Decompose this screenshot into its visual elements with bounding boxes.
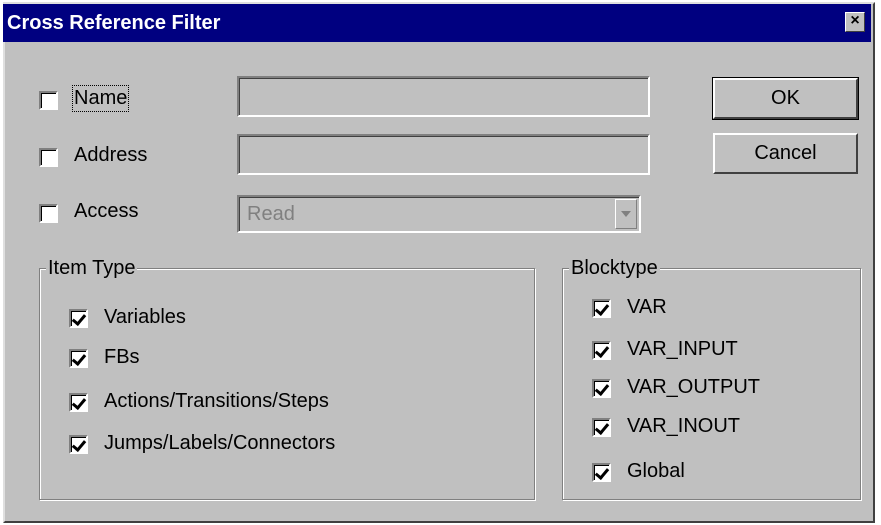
name-checkbox[interactable] <box>39 91 58 110</box>
access-label: Access <box>74 200 139 222</box>
blocktype-title: Blocktype <box>569 257 660 280</box>
jumps-labels-connectors-checkbox[interactable] <box>69 435 88 454</box>
access-checkbox[interactable] <box>39 204 58 223</box>
address-input[interactable] <box>237 134 650 175</box>
jumps-labels-connectors-label: Jumps/Labels/Connectors <box>104 432 336 454</box>
actions-transitions-steps-checkbox[interactable] <box>69 393 88 412</box>
item-type-group: Item Type <box>39 257 535 500</box>
fbs-label: FBs <box>104 346 140 368</box>
variables-label: Variables <box>104 306 186 328</box>
var-inout-checkbox[interactable] <box>592 418 611 437</box>
global-checkbox[interactable] <box>592 463 611 482</box>
var-input-label: VAR_INPUT <box>627 338 738 360</box>
ok-button[interactable]: OK <box>712 77 859 120</box>
name-label: Name <box>71 85 130 112</box>
var-checkbox[interactable] <box>592 299 611 318</box>
close-button[interactable]: × <box>845 12 865 32</box>
access-selected-value: Read <box>247 203 295 225</box>
address-checkbox[interactable] <box>39 148 58 167</box>
dialog-title: Cross Reference Filter <box>7 12 221 34</box>
variables-checkbox[interactable] <box>69 309 88 328</box>
name-input[interactable] <box>237 76 650 117</box>
var-inout-label: VAR_INOUT <box>627 415 740 437</box>
var-output-label: VAR_OUTPUT <box>627 376 760 398</box>
global-label: Global <box>627 460 685 482</box>
item-type-title: Item Type <box>46 257 138 280</box>
actions-transitions-steps-label: Actions/Transitions/Steps <box>104 390 329 412</box>
fbs-checkbox[interactable] <box>69 349 88 368</box>
address-label: Address <box>74 144 148 166</box>
var-output-checkbox[interactable] <box>592 379 611 398</box>
access-select[interactable]: Read <box>237 195 641 233</box>
chevron-down-icon[interactable] <box>615 199 637 229</box>
title-bar: Cross Reference Filter × <box>3 4 871 42</box>
cancel-button[interactable]: Cancel <box>713 133 858 174</box>
var-input-checkbox[interactable] <box>592 341 611 360</box>
var-label: VAR <box>627 296 667 318</box>
